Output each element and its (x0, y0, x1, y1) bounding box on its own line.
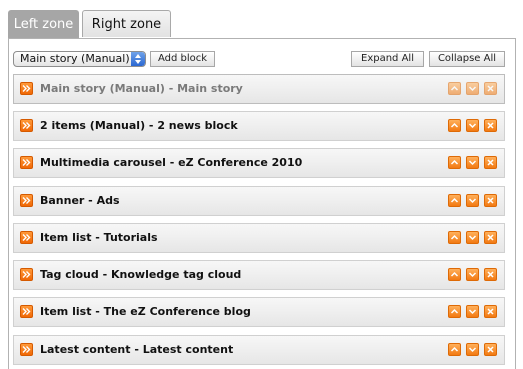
block-title: Tag cloud - Knowledge tag cloud (40, 268, 242, 281)
chevron-down-icon[interactable] (466, 343, 479, 356)
close-icon[interactable] (484, 156, 497, 169)
add-block-button[interactable]: Add block (150, 51, 215, 67)
block-row[interactable]: Tag cloud - Knowledge tag cloud (13, 260, 505, 290)
tab-right-zone[interactable]: Right zone (82, 10, 171, 37)
double-chevron-right-icon[interactable] (20, 119, 33, 132)
chevron-up-icon[interactable] (448, 305, 461, 318)
close-icon[interactable] (484, 119, 497, 132)
chevron-up-icon[interactable] (448, 82, 461, 95)
close-icon[interactable] (484, 305, 497, 318)
double-chevron-right-icon[interactable] (20, 268, 33, 281)
double-chevron-right-icon[interactable] (20, 82, 33, 95)
collapse-all-button[interactable]: Collapse All (429, 51, 505, 67)
close-icon[interactable] (484, 268, 497, 281)
chevron-down-icon[interactable] (466, 268, 479, 281)
chevron-up-icon[interactable] (448, 343, 461, 356)
double-chevron-right-icon[interactable] (20, 343, 33, 356)
double-chevron-right-icon[interactable] (20, 305, 33, 318)
block-type-select[interactable]: Main story (Manual) (13, 51, 146, 67)
block-row[interactable]: Latest content - Latest content (13, 335, 505, 365)
close-icon[interactable] (484, 343, 497, 356)
chevron-down-icon[interactable] (466, 82, 479, 95)
chevron-down-icon[interactable] (466, 156, 479, 169)
chevron-down-icon[interactable] (466, 194, 479, 207)
block-row[interactable]: Item list - The eZ Conference blog (13, 297, 505, 327)
block-title: Banner - Ads (40, 194, 120, 207)
zone-editor: Left zone Right zone Main story (Manual)… (0, 0, 523, 369)
double-chevron-right-icon[interactable] (20, 194, 33, 207)
double-chevron-right-icon[interactable] (20, 156, 33, 169)
updown-arrows-icon (131, 52, 145, 66)
block-title: Multimedia carousel - eZ Conference 2010 (40, 156, 303, 169)
block-row[interactable]: Main story (Manual) - Main story (13, 74, 505, 104)
expand-all-button[interactable]: Expand All (351, 51, 424, 67)
tab-left-zone[interactable]: Left zone (8, 10, 79, 38)
block-row[interactable]: Multimedia carousel - eZ Conference 2010 (13, 148, 505, 178)
chevron-down-icon[interactable] (466, 305, 479, 318)
block-title: 2 items (Manual) - 2 news block (40, 119, 238, 132)
chevron-up-icon[interactable] (448, 194, 461, 207)
block-title: Main story (Manual) - Main story (40, 82, 243, 95)
chevron-up-icon[interactable] (448, 268, 461, 281)
chevron-up-icon[interactable] (448, 119, 461, 132)
block-title: Item list - The eZ Conference blog (40, 305, 251, 318)
block-title: Latest content - Latest content (40, 343, 234, 356)
block-row[interactable]: Item list - Tutorials (13, 223, 505, 253)
chevron-down-icon[interactable] (466, 119, 479, 132)
block-type-select-value: Main story (Manual) (20, 52, 130, 65)
double-chevron-right-icon[interactable] (20, 231, 33, 244)
close-icon[interactable] (484, 82, 497, 95)
block-row[interactable]: Banner - Ads (13, 186, 505, 216)
close-icon[interactable] (484, 231, 497, 244)
chevron-up-icon[interactable] (448, 231, 461, 244)
chevron-up-icon[interactable] (448, 156, 461, 169)
chevron-down-icon[interactable] (466, 231, 479, 244)
close-icon[interactable] (484, 194, 497, 207)
block-title: Item list - Tutorials (40, 231, 158, 244)
block-row[interactable]: 2 items (Manual) - 2 news block (13, 111, 505, 141)
